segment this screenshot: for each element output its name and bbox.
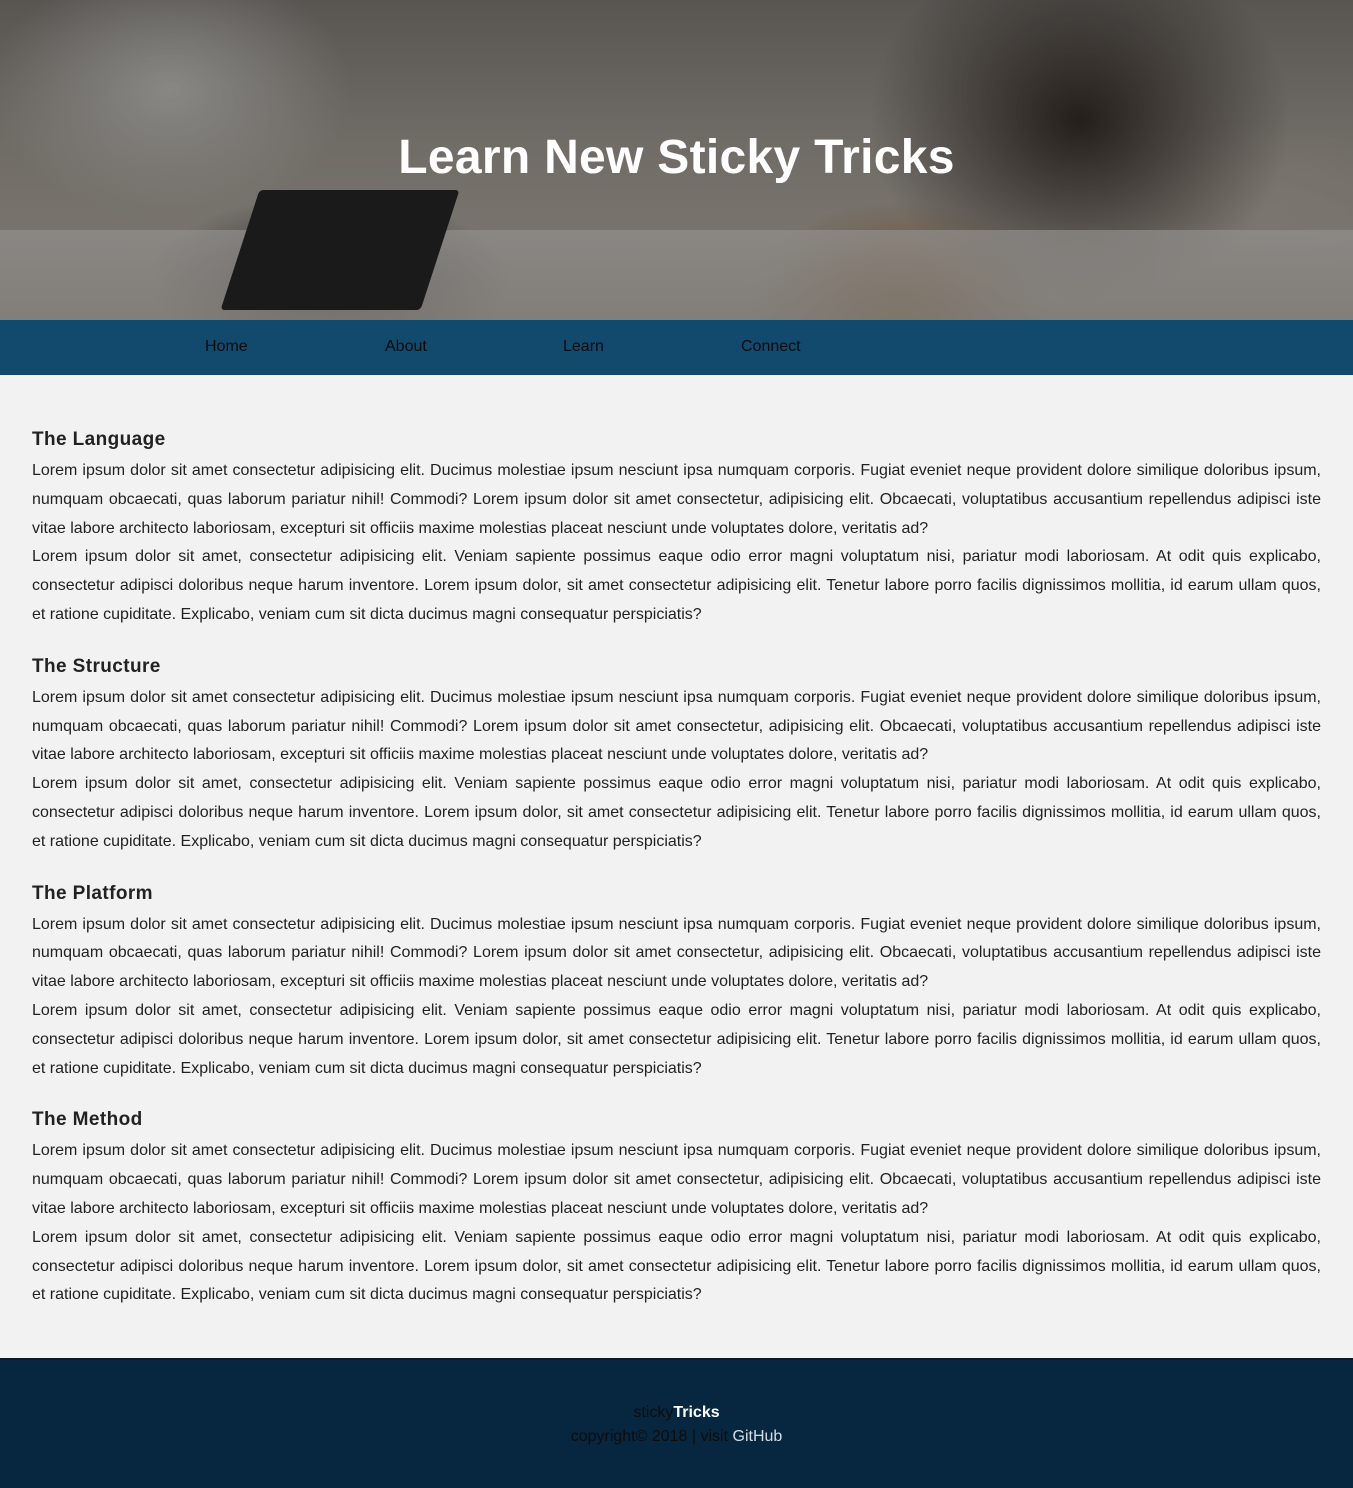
section-paragraph: Lorem ipsum dolor sit amet, consectetur … bbox=[32, 775, 1321, 850]
section-paragraph: Lorem ipsum dolor sit amet, consectetur … bbox=[32, 1228, 1321, 1304]
nav-item-about[interactable]: About bbox=[385, 338, 427, 356]
hero-banner: Learn New Sticky Tricks bbox=[0, 0, 1353, 320]
section-paragraph: Lorem ipsum dolor sit amet consectetur a… bbox=[32, 1142, 1321, 1217]
footer-brand: stickyTricks bbox=[0, 1402, 1353, 1424]
page-title: Learn New Sticky Tricks bbox=[398, 131, 955, 184]
page-footer: stickyTricks copyright© 2018 | visit Git… bbox=[0, 1358, 1353, 1488]
footer-brand-prefix: sticky bbox=[633, 1404, 674, 1421]
section-paragraph: Lorem ipsum dolor sit amet consectetur a… bbox=[32, 462, 1321, 537]
footer-copyright: copyright© 2018 | visit GitHub bbox=[0, 1424, 1353, 1450]
section-heading: The Language bbox=[32, 429, 166, 450]
hero-laptop-image bbox=[220, 190, 460, 310]
copyright-text: copyright© 2018 | visit bbox=[570, 1428, 733, 1445]
section-platform: The Platform Lorem ipsum dolor sit amet … bbox=[32, 883, 1321, 1084]
section-structure: The Structure Lorem ipsum dolor sit amet… bbox=[32, 656, 1321, 857]
nav-item-connect[interactable]: Connect bbox=[741, 338, 801, 356]
nav-item-learn[interactable]: Learn bbox=[563, 338, 604, 356]
section-heading: The Method bbox=[32, 1109, 143, 1131]
section-language: The Language Lorem ipsum dolor sit amet … bbox=[32, 429, 1321, 630]
section-heading: The Structure bbox=[32, 655, 161, 677]
hero-background-image bbox=[0, 230, 1353, 320]
section-paragraph: Lorem ipsum dolor sit amet consectetur a… bbox=[32, 915, 1321, 991]
footer-brand-suffix: Tricks bbox=[673, 1404, 720, 1421]
section-heading: The Platform bbox=[32, 882, 153, 904]
main-content: The Language Lorem ipsum dolor sit amet … bbox=[0, 375, 1353, 1310]
main-navigation: Home About Learn Connect bbox=[0, 320, 1353, 375]
section-paragraph: Lorem ipsum dolor sit amet, consectetur … bbox=[32, 548, 1321, 623]
section-paragraph: Lorem ipsum dolor sit amet consectetur a… bbox=[32, 688, 1321, 764]
section-paragraph: Lorem ipsum dolor sit amet, consectetur … bbox=[32, 1001, 1321, 1077]
nav-item-home[interactable]: Home bbox=[205, 338, 248, 356]
section-method: The Method Lorem ipsum dolor sit amet co… bbox=[32, 1109, 1321, 1310]
github-link[interactable]: GitHub bbox=[733, 1428, 783, 1445]
